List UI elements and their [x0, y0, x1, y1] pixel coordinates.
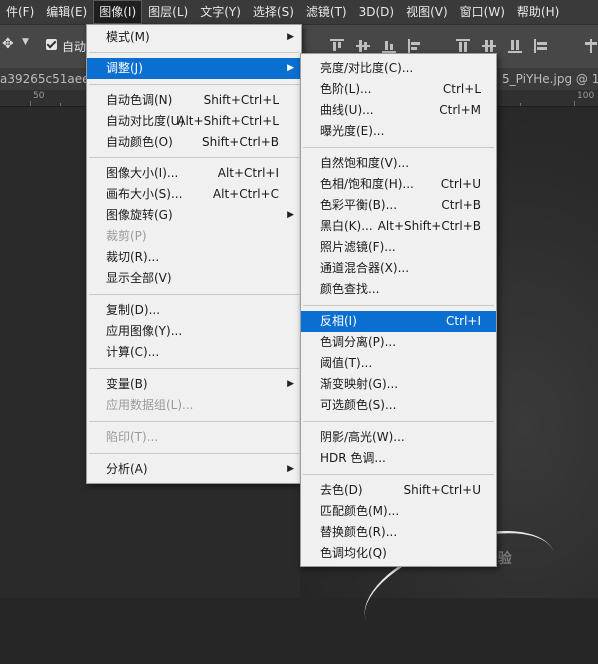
menu-item-auto-tone[interactable]: 自动色调(N) Shift+Ctrl+L	[87, 90, 301, 111]
menu-item-replace-color[interactable]: 替换颜色(R)...	[301, 522, 496, 543]
submenu-arrow-icon: ▶	[287, 32, 294, 42]
menu-item-adjustments[interactable]: 调整(J) ▶	[87, 58, 301, 79]
menu-item-shadows-highlights[interactable]: 阴影/高光(W)...	[301, 427, 496, 448]
menu-filter[interactable]: 滤镜(T)	[300, 0, 353, 24]
menu-item-levels[interactable]: 色阶(L)... Ctrl+L	[301, 79, 496, 100]
menu-edit[interactable]: 编辑(E)	[40, 0, 93, 24]
submenu-arrow-icon: ▶	[287, 63, 294, 73]
menu-item-color-lookup[interactable]: 颜色查找...	[301, 279, 496, 300]
ruler-label: 50	[33, 91, 45, 101]
menu-item-match-color[interactable]: 匹配颜色(M)...	[301, 501, 496, 522]
menu-item-trap: 陷印(T)...	[106, 430, 159, 444]
menu-view[interactable]: 视图(V)	[400, 0, 454, 24]
menu-item-posterize[interactable]: 色调分离(P)...	[301, 332, 496, 353]
menu-item-exposure[interactable]: 曝光度(E)...	[301, 121, 496, 142]
auto-select-label: 自动	[62, 40, 87, 54]
distribute-top-icon[interactable]	[456, 39, 470, 53]
menu-select[interactable]: 选择(S)	[247, 0, 300, 24]
menu-item-vibrance[interactable]: 自然饱和度(V)...	[301, 153, 496, 174]
move-tool-icon[interactable]: ✥	[2, 36, 16, 52]
menu-layer[interactable]: 图层(L)	[142, 0, 194, 24]
menu-window[interactable]: 窗口(W)	[454, 0, 511, 24]
adjustments-submenu: 亮度/对比度(C)... 色阶(L)... Ctrl+L 曲线(U)... Ctrl…	[300, 53, 497, 567]
align-vcenter-icon[interactable]	[356, 39, 370, 53]
align-bottom-icon[interactable]	[382, 39, 396, 53]
submenu-arrow-icon: ▶	[287, 210, 294, 220]
align-left-icon[interactable]	[408, 39, 422, 53]
menu-item-photo-filter[interactable]: 照片滤镜(F)...	[301, 237, 496, 258]
menu-item-reveal-all[interactable]: 显示全部(V)	[87, 268, 301, 289]
menu-item-color-balance[interactable]: 色彩平衡(B)... Ctrl+B	[301, 195, 496, 216]
submenu-arrow-icon: ▶	[287, 379, 294, 389]
menu-image[interactable]: 图像(I)	[93, 0, 143, 24]
menu-type[interactable]: 文字(Y)	[194, 0, 247, 24]
distribute-bottom-icon[interactable]	[508, 39, 522, 53]
chevron-down-icon[interactable]: ▼	[22, 37, 29, 47]
menu-item-mode[interactable]: 模式(M) ▶	[87, 27, 301, 48]
distribute-left-icon[interactable]	[534, 39, 548, 53]
menu-item-apply-image[interactable]: 应用图像(Y)...	[87, 321, 301, 342]
submenu-arrow-icon: ▶	[287, 464, 294, 474]
auto-select-checkbox[interactable]	[46, 39, 57, 50]
menu-item-analysis[interactable]: 分析(A) ▶	[87, 459, 301, 480]
menu-item-auto-color[interactable]: 自动颜色(O) Shift+Ctrl+B	[87, 132, 301, 153]
menu-item-calculations[interactable]: 计算(C)...	[87, 342, 301, 363]
menu-bar: 件(F) 编辑(E) 图像(I) 图层(L) 文字(Y) 选择(S) 滤镜(T)…	[0, 0, 598, 24]
menu-item-equalize[interactable]: 色调均化(Q)	[301, 543, 496, 564]
menu-item-hue-saturation[interactable]: 色相/饱和度(H)... Ctrl+U	[301, 174, 496, 195]
menu-item-gradient-map[interactable]: 渐变映射(G)...	[301, 374, 496, 395]
menu-item-trim[interactable]: 裁切(R)...	[87, 247, 301, 268]
menu-item-image-rotation[interactable]: 图像旋转(G) ▶	[87, 205, 301, 226]
distribute-vcenter-icon[interactable]	[482, 39, 496, 53]
menu-item-hdr-toning[interactable]: HDR 色调...	[301, 448, 496, 469]
menu-item-duplicate[interactable]: 复制(D)...	[87, 300, 301, 321]
ruler-label: 100	[577, 91, 595, 101]
menu-item-apply-dataset: 应用数据组(L)...	[106, 398, 194, 412]
menu-item-black-white[interactable]: 黑白(K)... Alt+Shift+Ctrl+B	[301, 216, 496, 237]
menu-item-desaturate[interactable]: 去色(D) Shift+Ctrl+U	[301, 480, 496, 501]
distribute-hcenter-icon[interactable]	[584, 39, 598, 53]
menu-item-curves[interactable]: 曲线(U)... Ctrl+M	[301, 100, 496, 121]
menu-item-brightness-contrast[interactable]: 亮度/对比度(C)...	[301, 58, 496, 79]
menu-item-invert[interactable]: 反相(I) Ctrl+I	[301, 311, 496, 332]
image-menu: 模式(M) ▶ 调整(J) ▶ 自动色调(N) Shift+Ctrl+L 自动对比度(…	[86, 24, 302, 484]
align-top-icon[interactable]	[330, 39, 344, 53]
document-tab-active[interactable]: 5_PiYHe.jpg @ 100	[496, 68, 598, 90]
menu-item-channel-mixer[interactable]: 通道混合器(X)...	[301, 258, 496, 279]
menu-item-selective-color[interactable]: 可选颜色(S)...	[301, 395, 496, 416]
menu-item-auto-contrast[interactable]: 自动对比度(U) Alt+Shift+Ctrl+L	[87, 111, 301, 132]
menu-item-crop: 裁剪(P)	[106, 229, 147, 243]
menu-3d[interactable]: 3D(D)	[353, 0, 400, 24]
menu-item-threshold[interactable]: 阈值(T)...	[301, 353, 496, 374]
menu-item-canvas-size[interactable]: 画布大小(S)... Alt+Ctrl+C	[87, 184, 301, 205]
menu-help[interactable]: 帮助(H)	[511, 0, 565, 24]
menu-item-variables[interactable]: 变量(B) ▶	[87, 374, 301, 395]
menu-item-image-size[interactable]: 图像大小(I)... Alt+Ctrl+I	[87, 163, 301, 184]
menu-file[interactable]: 件(F)	[0, 0, 40, 24]
